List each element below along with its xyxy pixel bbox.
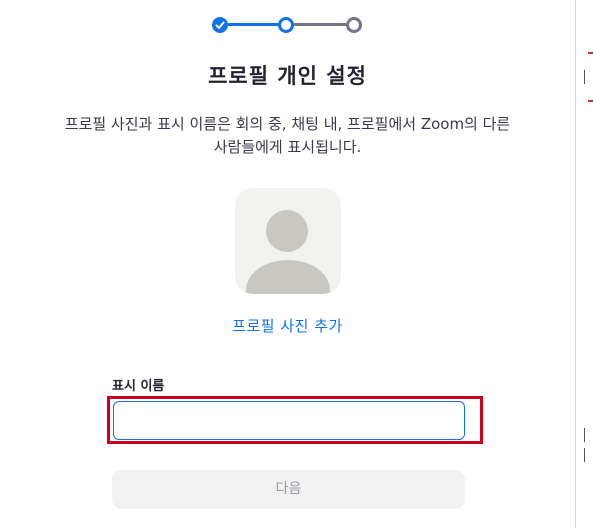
next-button[interactable]: 다음 — [112, 470, 465, 509]
display-name-label: 표시 이름 — [112, 379, 165, 394]
step-3-pending-icon — [346, 17, 362, 33]
display-name-input[interactable] — [113, 401, 465, 440]
edge-mark — [588, 52, 593, 54]
step-2-current-icon — [278, 17, 294, 33]
edge-divider — [584, 70, 585, 84]
stepper-line-completed — [228, 23, 278, 26]
profile-setup-dialog: 프로필 개인 설정 프로필 사진과 표시 이름은 회의 중, 채팅 내, 프로필… — [0, 0, 575, 528]
edge-divider — [584, 428, 585, 442]
check-icon — [215, 21, 225, 29]
step-1-complete-icon — [212, 17, 228, 33]
edge-divider — [584, 448, 585, 462]
description-line-1: 프로필 사진과 표시 이름은 회의 중, 채팅 내, 프로필에서 Zoom의 다… — [64, 115, 511, 133]
page-title: 프로필 개인 설정 — [208, 64, 367, 88]
avatar-head-icon — [266, 210, 308, 252]
avatar-body-icon — [246, 260, 330, 294]
description-line-2: 사람들에게 표시됩니다. — [213, 138, 362, 156]
edge-mark — [588, 100, 593, 102]
stepper-line-pending — [294, 23, 346, 26]
add-profile-photo-link[interactable]: 프로필 사진 추가 — [0, 315, 575, 336]
profile-photo-placeholder[interactable] — [235, 188, 341, 294]
background-window-edge — [575, 0, 593, 528]
page-description: 프로필 사진과 표시 이름은 회의 중, 채팅 내, 프로필에서 Zoom의 다… — [30, 113, 545, 159]
progress-stepper — [212, 15, 362, 35]
